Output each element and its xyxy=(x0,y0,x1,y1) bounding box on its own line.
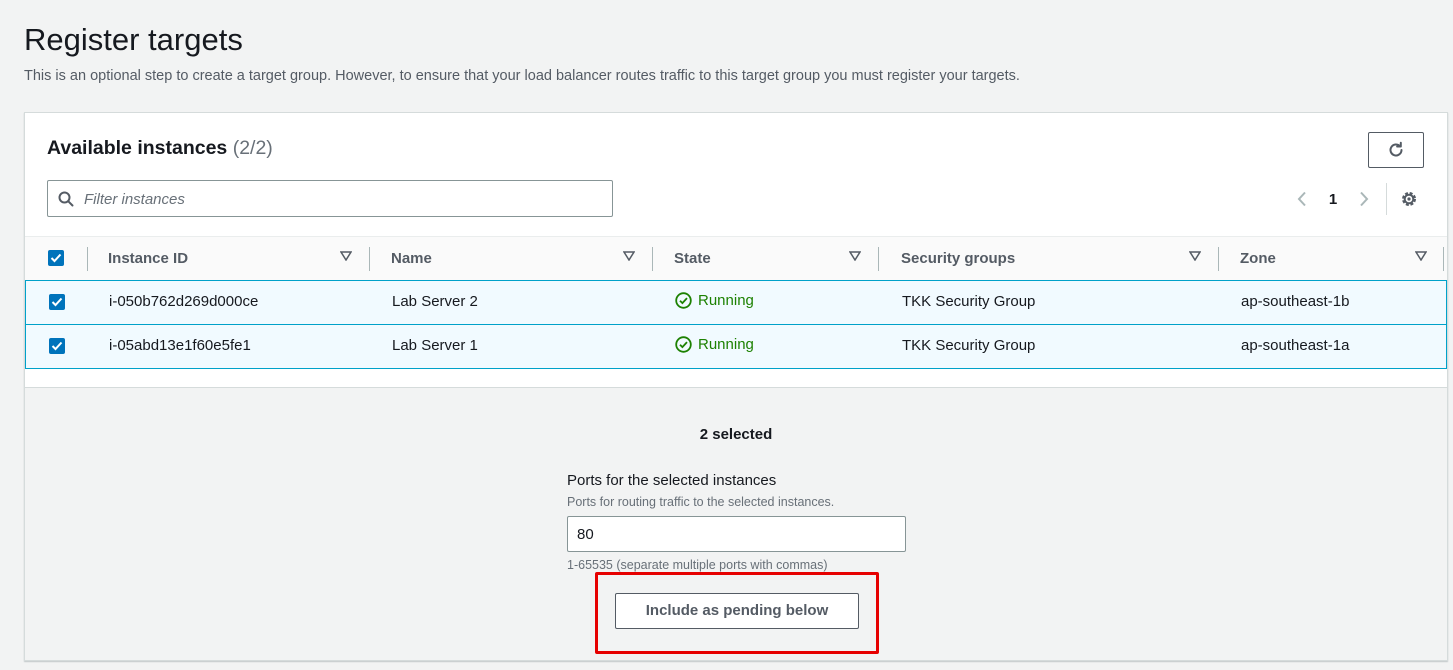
table-row[interactable]: i-050b762d269d000ce Lab Server 2 Running… xyxy=(25,280,1447,325)
sort-icon[interactable] xyxy=(340,251,352,261)
filter-instances-input[interactable] xyxy=(84,187,604,211)
checkmark-icon xyxy=(51,297,63,307)
security-groups-cell: TKK Security Group xyxy=(902,293,1036,310)
row-checkbox[interactable] xyxy=(49,338,65,354)
name-cell: Lab Server 2 xyxy=(392,293,478,310)
instance-id-cell: i-05abd13e1f60e5fe1 xyxy=(109,337,251,354)
ports-description: Ports for routing traffic to the selecte… xyxy=(567,495,835,509)
column-divider xyxy=(652,247,653,271)
zone-cell: ap-southeast-1b xyxy=(1241,293,1350,310)
selected-count: 2 selected xyxy=(699,426,773,443)
state-cell: Running xyxy=(675,292,754,309)
column-header-name[interactable]: Name xyxy=(391,250,432,267)
instance-id-cell: i-050b762d269d000ce xyxy=(109,293,259,310)
panel-title: Available instances (2/2) xyxy=(47,137,273,160)
state-cell: Running xyxy=(675,336,754,353)
search-icon xyxy=(58,191,74,207)
checkmark-icon xyxy=(51,341,63,351)
sort-icon[interactable] xyxy=(1415,251,1427,261)
column-header-zone[interactable]: Zone xyxy=(1240,250,1276,267)
refresh-button[interactable] xyxy=(1368,132,1424,168)
instances-table: Instance ID Name State Security groups Z… xyxy=(25,236,1447,369)
previous-page-button[interactable] xyxy=(1291,187,1313,211)
chevron-right-icon xyxy=(1360,191,1369,207)
column-divider xyxy=(369,247,370,271)
sort-icon[interactable] xyxy=(623,251,635,261)
ports-label: Ports for the selected instances xyxy=(567,472,777,489)
pager-divider xyxy=(1386,183,1387,215)
checkmark-icon xyxy=(50,253,62,263)
sort-icon[interactable] xyxy=(1189,251,1201,261)
row-checkbox[interactable] xyxy=(49,294,65,310)
status-running-icon xyxy=(675,292,692,309)
sort-icon[interactable] xyxy=(849,251,861,261)
pagination: 1 xyxy=(1291,187,1375,211)
column-header-state[interactable]: State xyxy=(674,250,711,267)
status-running-icon xyxy=(675,336,692,353)
table-row[interactable]: i-05abd13e1f60e5fe1 Lab Server 1 Running… xyxy=(25,324,1447,369)
include-as-pending-button[interactable]: Include as pending below xyxy=(615,593,859,629)
gear-icon xyxy=(1402,192,1416,206)
panel-title-text: Available instances xyxy=(47,137,228,159)
current-page-number[interactable]: 1 xyxy=(1313,191,1353,208)
zone-cell: ap-southeast-1a xyxy=(1241,337,1350,354)
state-label: Running xyxy=(698,292,754,309)
column-divider xyxy=(1218,247,1219,271)
selection-footer: 2 selected Ports for the selected instan… xyxy=(24,388,1448,661)
column-divider xyxy=(878,247,879,271)
column-divider xyxy=(87,247,88,271)
page-title: Register targets xyxy=(24,22,243,57)
ports-hint: 1-65535 (separate multiple ports with co… xyxy=(567,558,828,572)
ports-input[interactable] xyxy=(567,516,906,552)
select-all-checkbox[interactable] xyxy=(48,250,64,266)
next-page-button[interactable] xyxy=(1353,187,1375,211)
page-description: This is an optional step to create a tar… xyxy=(24,68,1020,84)
filter-instances-field[interactable] xyxy=(47,180,613,217)
refresh-icon xyxy=(1389,141,1403,157)
column-header-instance-id[interactable]: Instance ID xyxy=(108,250,188,267)
column-header-security-groups[interactable]: Security groups xyxy=(901,250,1015,267)
security-groups-cell: TKK Security Group xyxy=(902,337,1036,354)
column-divider xyxy=(1443,247,1444,271)
table-header: Instance ID Name State Security groups Z… xyxy=(25,236,1447,281)
available-instances-panel: Available instances (2/2) 1 xyxy=(24,112,1448,388)
name-cell: Lab Server 1 xyxy=(392,337,478,354)
instance-count: (2/2) xyxy=(232,137,273,159)
preferences-button[interactable] xyxy=(1398,188,1420,210)
state-label: Running xyxy=(698,336,754,353)
chevron-left-icon xyxy=(1297,191,1306,207)
